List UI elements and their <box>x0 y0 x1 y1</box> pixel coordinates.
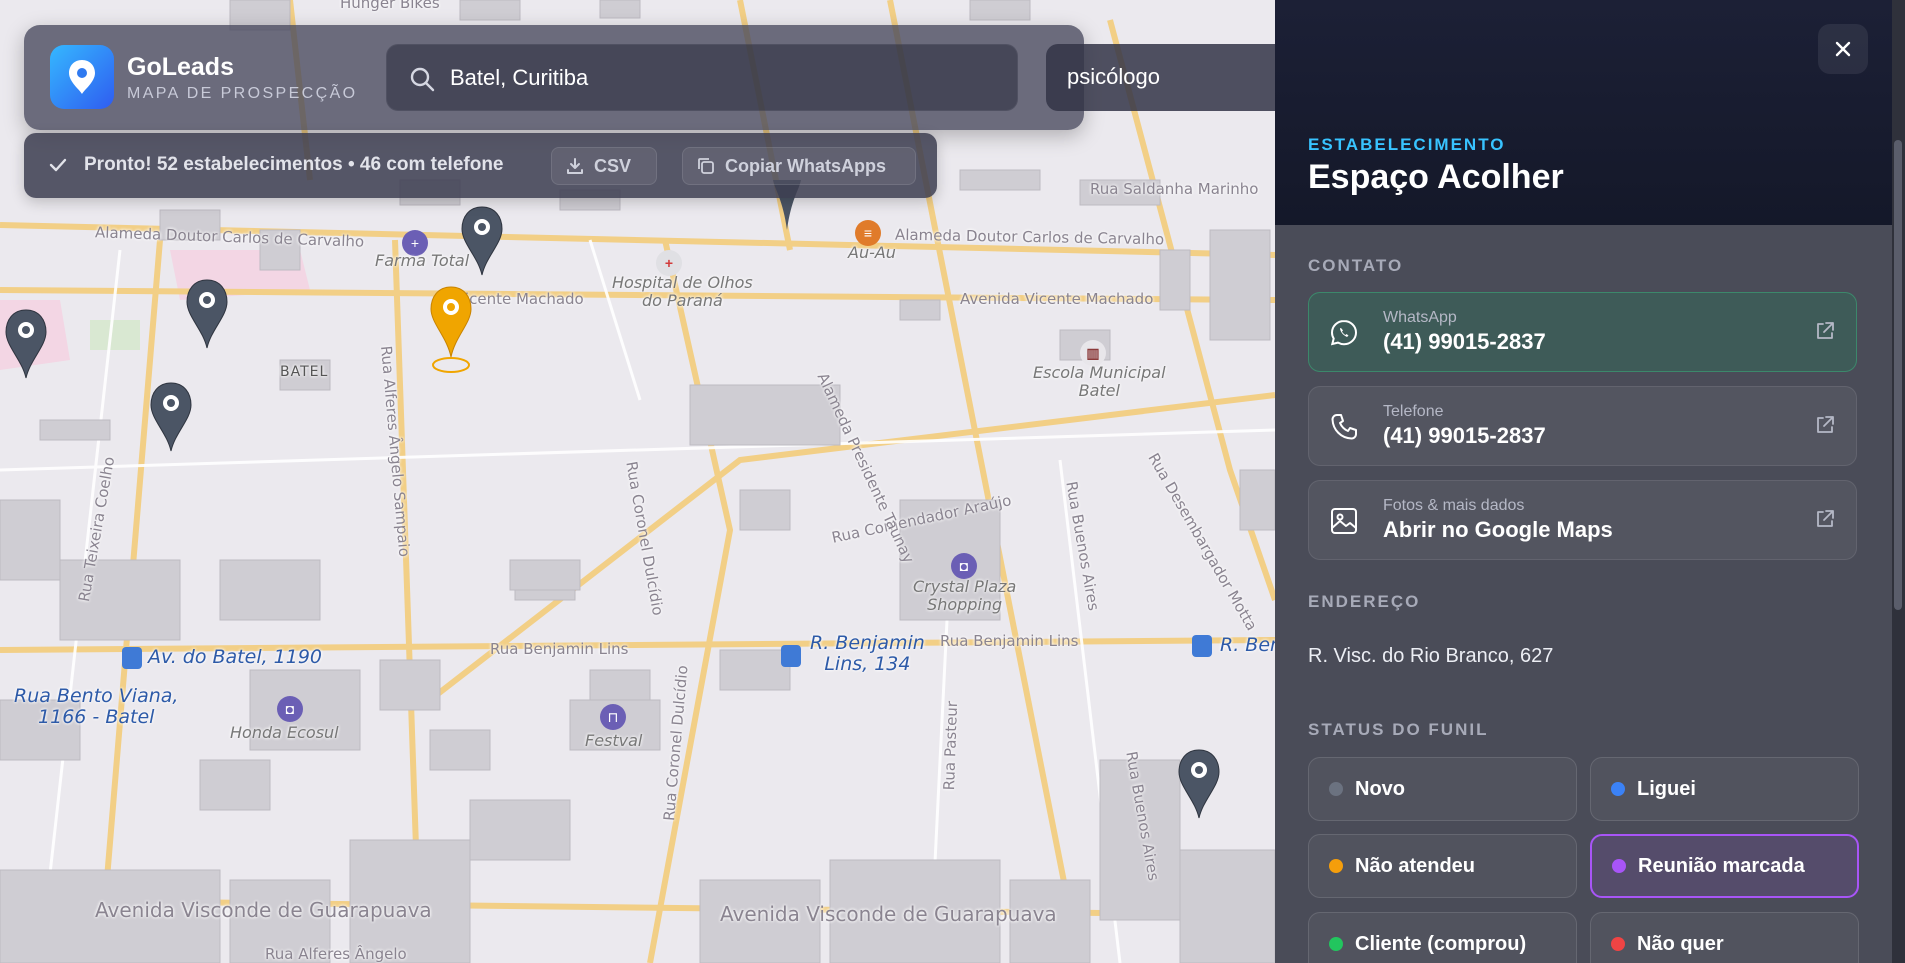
status-dot <box>1611 937 1625 951</box>
street-label: Avenida Visconde de Guarapuava <box>720 902 1057 926</box>
funnel-status-liguei[interactable]: Liguei <box>1590 757 1859 821</box>
map-pin[interactable] <box>2 308 50 398</box>
map-pin[interactable] <box>458 205 506 295</box>
whatsapp-icon <box>1330 319 1358 346</box>
phone-icon <box>1331 414 1357 440</box>
status-label: Não quer <box>1637 932 1724 955</box>
contact-value: (41) 99015-2837 <box>1383 423 1546 448</box>
poi-label: Crystal Plaza Shopping <box>913 577 1017 614</box>
poi-label: Farma Total <box>375 251 470 270</box>
niche-search-value: psicólogo <box>1067 64 1160 89</box>
external-link-icon <box>1817 416 1834 433</box>
panel-scrollbar[interactable] <box>1892 0 1905 963</box>
scrollbar-thumb[interactable] <box>1894 140 1902 610</box>
establishment-name: Espaço Acolher <box>1308 158 1564 196</box>
app-name: GoLeads <box>127 53 234 81</box>
search-icon <box>410 67 435 92</box>
copy-icon <box>698 158 714 174</box>
check-icon <box>49 158 67 172</box>
close-button[interactable] <box>1818 24 1868 74</box>
contact-section-label: CONTATO <box>1308 256 1404 275</box>
neighborhood-label: BATEL <box>280 364 329 380</box>
external-link-icon <box>1817 322 1834 339</box>
map-pin[interactable] <box>147 381 195 471</box>
street-label: Avenida Vicente Machado <box>960 290 1154 308</box>
csv-export-button[interactable]: CSV <box>551 147 657 185</box>
whatsapp-contact-card[interactable]: WhatsApp (41) 99015-2837 <box>1308 292 1857 372</box>
establishment-panel: ESTABELECIMENTO Espaço Acolher CONTATO W… <box>1275 0 1905 963</box>
bus-stop-label: Rua Bento Viana, 1166 - Batel <box>14 685 179 728</box>
street-label: Rua Alferes Ângelo <box>265 945 407 963</box>
status-dot <box>1329 859 1343 873</box>
location-search-input[interactable]: Batel, Curitiba <box>386 44 1018 111</box>
poi-label: Hospital de Olhos do Paraná <box>612 273 753 310</box>
bus-stop-icon[interactable] <box>122 647 142 669</box>
funnel-status-nao-atendeu[interactable]: Não atendeu <box>1308 834 1577 898</box>
funnel-section-label: STATUS DO FUNIL <box>1308 720 1489 739</box>
status-dot <box>1329 937 1343 951</box>
status-dot <box>1611 782 1625 796</box>
contact-label: Fotos & mais dados <box>1383 497 1525 514</box>
street-label: Hunger Bikes <box>340 0 440 12</box>
establishment-label: ESTABELECIMENTO <box>1308 135 1506 154</box>
status-label: Não atendeu <box>1355 854 1476 877</box>
shopping-icon[interactable]: ◘ <box>951 553 977 579</box>
phone-contact-card[interactable]: Telefone (41) 99015-2837 <box>1308 386 1857 466</box>
map-pin-icon <box>69 60 95 94</box>
bus-stop-label: Av. do Batel, 1190 <box>148 646 323 668</box>
status-text: Pronto! 52 estabelecimentos • 46 com tel… <box>84 154 504 175</box>
status-dot <box>1329 782 1343 796</box>
csv-button-label: CSV <box>594 155 632 176</box>
contact-label: Telefone <box>1383 403 1444 420</box>
status-label: Novo <box>1355 777 1405 800</box>
selected-map-pin[interactable] <box>427 285 475 377</box>
poi-label: Escola Municipal Batel <box>1033 363 1166 400</box>
street-label: Rua Benjamin Lins <box>940 632 1079 650</box>
status-label: Liguei <box>1637 777 1696 800</box>
app-subtitle: MAPA DE PROSPECÇÃO <box>127 85 358 102</box>
location-search-value: Batel, Curitiba <box>450 65 589 90</box>
funnel-status-reuniao-marcada[interactable]: Reunião marcada <box>1590 834 1859 898</box>
map-pin[interactable] <box>183 278 231 368</box>
bus-stop-label: R. Benjamin Lins, 134 <box>810 632 925 675</box>
logo <box>50 45 114 109</box>
poi-label: Festval <box>585 731 643 750</box>
street-label: Rua Benjamin Lins <box>490 640 629 658</box>
status-label: Cliente (comprou) <box>1355 932 1527 955</box>
contact-value: (41) 99015-2837 <box>1383 329 1546 354</box>
top-bar: GoLeads MAPA DE PROSPECÇÃO Batel, Curiti… <box>24 25 1084 130</box>
external-link-icon <box>1817 510 1834 527</box>
street-label: Rua Pasteur <box>940 700 962 791</box>
contact-value: Abrir no Google Maps <box>1383 517 1613 542</box>
funnel-status-cliente[interactable]: Cliente (comprou) <box>1308 912 1577 963</box>
status-bar: Pronto! 52 estabelecimentos • 46 com tel… <box>24 133 937 198</box>
contact-label: WhatsApp <box>1383 309 1457 326</box>
address-text: R. Visc. do Rio Branco, 627 <box>1308 645 1554 667</box>
status-label: Reunião marcada <box>1638 854 1805 877</box>
poi-label: Honda Ecosul <box>230 723 339 742</box>
status-dot <box>1612 859 1626 873</box>
image-icon <box>1331 508 1357 534</box>
copy-whatsapps-button[interactable]: Copiar WhatsApps <box>682 147 916 185</box>
poi-label: Au-Au <box>848 243 896 262</box>
panel-header: ESTABELECIMENTO Espaço Acolher <box>1275 0 1892 225</box>
bus-stop-icon[interactable] <box>781 645 801 667</box>
close-icon <box>1835 41 1851 57</box>
street-label: Avenida Visconde de Guarapuava <box>95 898 432 922</box>
google-maps-card[interactable]: Fotos & mais dados Abrir no Google Maps <box>1308 480 1857 560</box>
cart-icon[interactable]: ⊓ <box>600 704 626 730</box>
bus-stop-icon[interactable] <box>1192 635 1212 657</box>
copy-whatsapps-label: Copiar WhatsApps <box>725 155 887 176</box>
funnel-status-nao-quer[interactable]: Não quer <box>1590 912 1859 963</box>
funnel-status-novo[interactable]: Novo <box>1308 757 1577 821</box>
download-icon <box>567 158 583 174</box>
shopping-icon[interactable]: ◘ <box>277 696 303 722</box>
address-section-label: ENDEREÇO <box>1308 592 1421 611</box>
map-pin[interactable] <box>1175 748 1223 838</box>
street-label: Rua Saldanha Marinho <box>1090 180 1259 198</box>
